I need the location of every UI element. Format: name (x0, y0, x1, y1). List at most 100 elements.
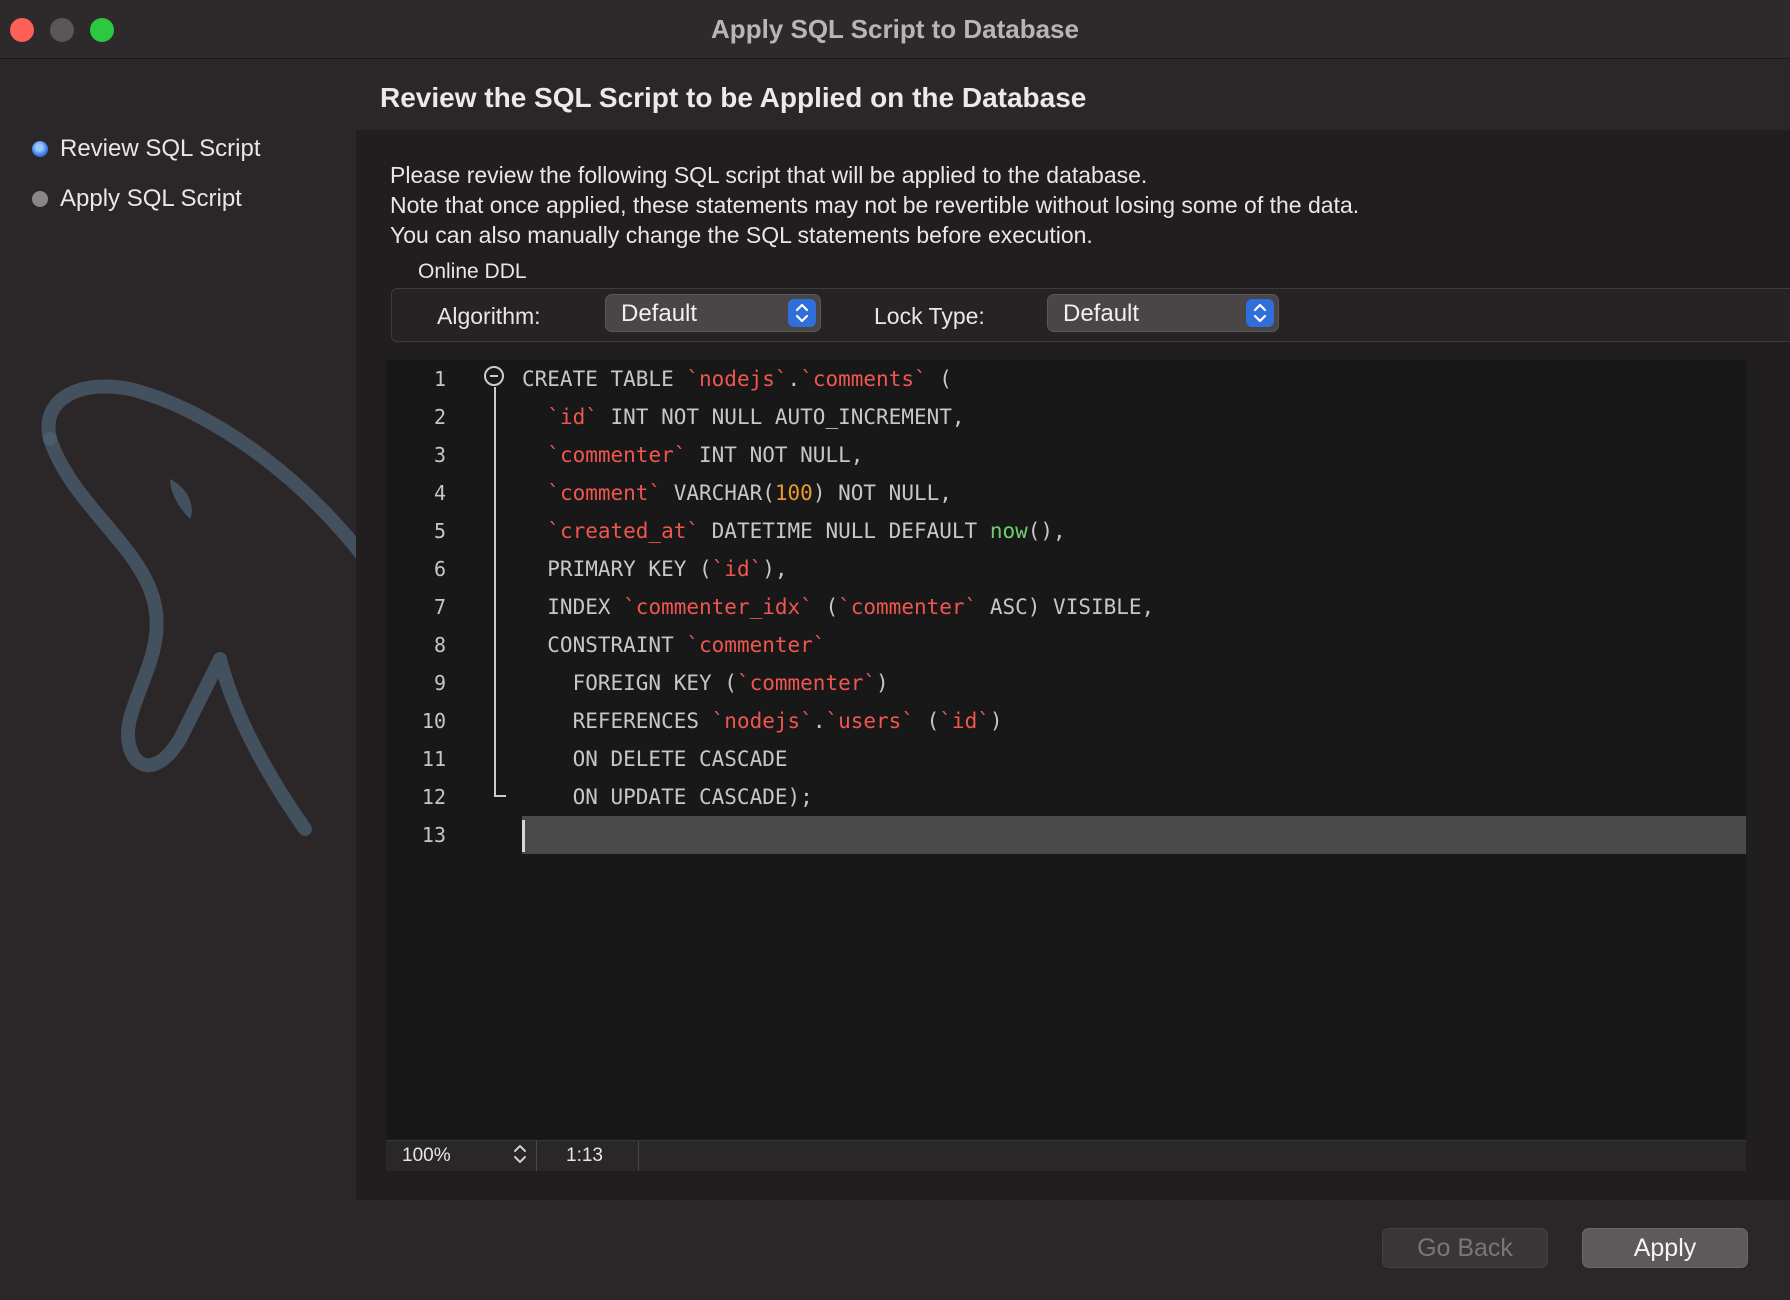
code-line: INDEX `commenter_idx` (`commenter` ASC) … (522, 588, 1154, 626)
step-label: Review SQL Script (60, 135, 261, 162)
line-number: 3 (433, 443, 446, 467)
code-line: `id` INT NOT NULL AUTO_INCREMENT, (522, 398, 965, 436)
step-apply-sql-script: Apply SQL Script (32, 183, 242, 215)
line-number: 13 (421, 823, 446, 847)
code-line: CONSTRAINT `commenter` (522, 626, 825, 664)
dolphin-watermark-icon (41, 379, 356, 836)
line-number: 6 (433, 557, 446, 581)
code-token: DATETIME NULL DEFAULT (699, 519, 990, 543)
line-number-gutter: 1 2 3 4 5 6 7 8 9 10 11 12 13 (386, 360, 456, 1140)
select-stepper-icon (788, 299, 816, 327)
status-separator (536, 1141, 537, 1171)
code-line: `created_at` DATETIME NULL DEFAULT now()… (522, 512, 1066, 550)
step-inactive-indicator-icon (32, 191, 48, 207)
line-number: 2 (433, 405, 446, 429)
line-number: 8 (433, 633, 446, 657)
code-token: 100 (774, 481, 813, 505)
apply-sql-window: Apply SQL Script to Database Review SQL … (0, 0, 1790, 1300)
code-line: PRIMARY KEY (`id`), (522, 550, 787, 588)
editor-status-bar: 100% 1:13 (386, 1140, 1746, 1171)
select-stepper-icon (1246, 299, 1274, 327)
page-title: Review the SQL Script to be Applied on t… (380, 82, 1087, 113)
code-token: ON UPDATE CASCADE); (522, 785, 813, 809)
code-token: . (787, 367, 801, 391)
wizard-steps-sidebar: Review SQL Script Apply SQL Script (0, 59, 356, 1300)
algorithm-label: Algorithm: (437, 303, 541, 329)
code-token: ( (812, 595, 839, 619)
code-token: `comment` (547, 481, 662, 505)
code-token: INDEX (522, 595, 624, 619)
cursor-position: 1:13 (566, 1145, 603, 1166)
fold-range-line (494, 387, 496, 797)
line-number: 1 (433, 367, 446, 391)
code-line: ON DELETE CASCADE (522, 740, 788, 778)
line-number: 10 (421, 709, 446, 733)
code-token: CONSTRAINT (522, 633, 687, 657)
line-number: 7 (433, 595, 446, 619)
go-back-button[interactable]: Go Back (1382, 1228, 1548, 1268)
code-token: INT NOT NULL AUTO_INCREMENT, (597, 405, 965, 429)
code-token: `id` (711, 557, 763, 581)
fold-range-end (494, 795, 506, 797)
code-token: VARCHAR( (661, 481, 775, 505)
code-token: `comments` (800, 367, 927, 391)
step-active-indicator-icon (32, 141, 48, 157)
code-token: `nodejs` (711, 709, 813, 733)
description-line: Please review the following SQL script t… (390, 162, 1148, 188)
code-token: now (989, 519, 1028, 543)
step-review-sql-script: Review SQL Script (32, 133, 261, 165)
step-label: Apply SQL Script (60, 185, 242, 212)
code-token: CREATE TABLE (522, 367, 687, 391)
code-line: CREATE TABLE `nodejs`.`comments` ( (522, 360, 952, 398)
code-token: ) (876, 671, 889, 695)
description-text: Please review the following SQL script t… (390, 160, 1359, 250)
code-token: ASC) VISIBLE, (977, 595, 1155, 619)
code-token: INT NOT NULL, (686, 443, 864, 467)
code-token: `commenter_idx` (623, 595, 813, 619)
code-line: ON UPDATE CASCADE); (522, 778, 813, 816)
sql-script-editor[interactable]: 1 2 3 4 5 6 7 8 9 10 11 12 13 CREATE TABLE `nodejs`.… (386, 360, 1746, 1140)
lock-type-label: Lock Type: (874, 303, 985, 329)
window-title: Apply SQL Script to Database (711, 14, 1079, 44)
code-token: `users` (825, 709, 914, 733)
code-line: FOREIGN KEY (`commenter`) (522, 664, 889, 702)
code-token: `id` (939, 709, 990, 733)
line-number: 9 (433, 671, 446, 695)
line-number: 4 (433, 481, 446, 505)
lock-type-select[interactable]: Default (1047, 294, 1279, 332)
code-token: . (812, 709, 826, 733)
lock-type-value: Default (1063, 300, 1140, 327)
code-token: ) (989, 709, 1003, 733)
code-token: `commenter` (547, 443, 687, 467)
line-number: 11 (421, 747, 446, 771)
online-ddl-title: Online DDL (416, 260, 529, 284)
current-line-highlight (522, 816, 1746, 854)
code-token: ) NOT NULL, (812, 481, 952, 505)
code-token: `commenter` (736, 671, 877, 695)
zoom-level[interactable]: 100% (402, 1145, 451, 1167)
code-token: PRIMARY KEY ( (522, 557, 712, 581)
code-token: (), (1027, 519, 1066, 543)
title-bar[interactable]: Apply SQL Script to Database (0, 0, 1790, 59)
line-number: 5 (433, 519, 446, 543)
algorithm-select[interactable]: Default (605, 294, 821, 332)
code-line: REFERENCES `nodejs`.`users` (`id`) (522, 702, 1003, 740)
code-token: `commenter` (838, 595, 978, 619)
apply-button[interactable]: Apply (1582, 1228, 1748, 1268)
algorithm-value: Default (621, 300, 698, 327)
fold-collapse-icon[interactable] (484, 366, 504, 386)
zoom-stepper-icon[interactable] (512, 1142, 528, 1172)
text-caret (522, 820, 525, 852)
code-token: REFERENCES (522, 709, 712, 733)
code-token: ( (913, 709, 940, 733)
code-token: `created_at` (547, 519, 700, 543)
code-token: ( (926, 367, 952, 391)
code-token: ON DELETE CASCADE (522, 747, 788, 771)
description-line: Note that once applied, these statements… (390, 192, 1360, 218)
code-line: `commenter` INT NOT NULL, (522, 436, 863, 474)
code-token: `id` (547, 405, 598, 429)
